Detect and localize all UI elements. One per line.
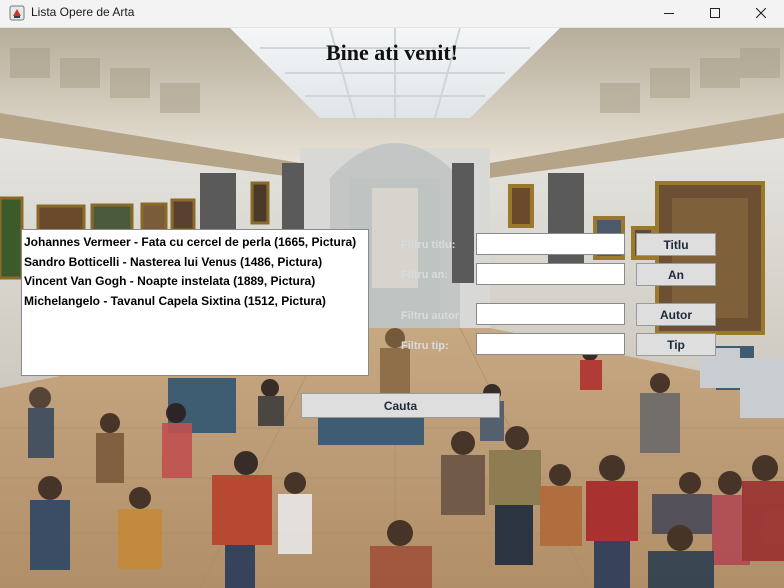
filter-type-button[interactable]: Tip [636,333,716,356]
minimize-button[interactable] [646,0,692,27]
filter-year-input[interactable] [476,263,625,285]
close-icon [755,5,767,23]
filter-year-label: Filtru an: [401,269,449,281]
minimize-icon [664,5,674,23]
filter-author-label: Filtru autor: [401,310,463,322]
gallery-background: Bine ati venit! Johannes Vermeer - Fata … [0,28,784,588]
welcome-heading: Bine ati venit! [326,40,458,65]
window-title: Lista Opere de Arta [31,5,135,19]
list-item[interactable]: Sandro Botticelli - Nasterea lui Venus (… [22,253,368,273]
maximize-button[interactable] [692,0,738,27]
list-item[interactable]: Michelangelo - Tavanul Capela Sixtina (1… [22,292,368,312]
filter-type-label: Filtru tip: [401,340,449,352]
filter-year-button[interactable]: An [636,263,716,286]
filter-title-input[interactable] [476,233,625,255]
maximize-icon [710,5,720,23]
window-title-bar: Lista Opere de Arta [0,0,784,28]
filter-title-label: Filtru titlu: [401,239,456,251]
filter-author-input[interactable] [476,303,625,325]
filter-type-input[interactable] [476,333,625,355]
filter-author-button[interactable]: Autor [636,303,716,326]
artworks-list[interactable]: Johannes Vermeer - Fata cu cercel de per… [21,229,369,376]
close-button[interactable] [738,0,784,27]
search-button[interactable]: Cauta [301,393,500,418]
java-cup-icon [9,5,25,21]
filter-title-button[interactable]: Titlu [636,233,716,256]
list-item[interactable]: Vincent Van Gogh - Noapte instelata (188… [22,272,368,292]
list-item[interactable]: Johannes Vermeer - Fata cu cercel de per… [22,233,368,253]
